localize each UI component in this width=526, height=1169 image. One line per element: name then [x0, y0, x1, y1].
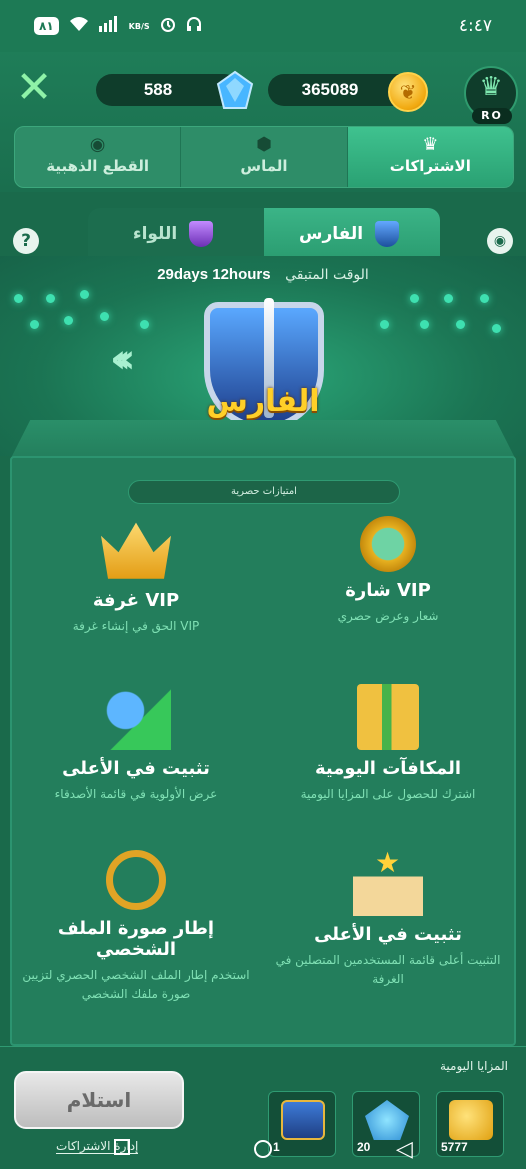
tier-tabs: ? اللواء الفارس ◉	[0, 204, 526, 264]
feature-pin-room: تثبيت في الأعلى التثبيت أعلى قائمة المست…	[268, 846, 508, 989]
tab-subscriptions[interactable]: ♛ الاشتراكات	[347, 127, 513, 187]
feature-title: إطار صورة الملف الشخصي	[57, 918, 215, 960]
feature-title: غرفة VIP	[92, 590, 180, 611]
tab-label: الاشتراكات	[389, 157, 471, 175]
battery-indicator: ٨١	[34, 17, 59, 35]
tier-name: الفارس	[206, 384, 320, 419]
crown-icon	[101, 522, 171, 579]
feature-title: المكافآت اليومية	[314, 758, 462, 779]
crown-icon: ♛	[422, 134, 439, 155]
feature-title: تثبيت في الأعلى	[314, 924, 462, 945]
people-icon	[101, 684, 171, 750]
avatar[interactable]: ♛ RO	[464, 66, 518, 124]
tab-label: القطع الذهبية	[46, 157, 150, 175]
tab-label: الفارس	[299, 224, 364, 244]
feature-desc: اشترك للحصول على المزايا اليومية	[300, 787, 476, 801]
privileges-panel: امتيازات حصرية شارة VIP شعار وعرض حصري غ…	[10, 456, 516, 1046]
tab-general[interactable]: اللواء	[88, 208, 264, 260]
diamond-icon	[216, 70, 254, 114]
back-icon[interactable]: ◁	[396, 1137, 413, 1162]
feature-vip-badge: شارة VIP شعار وعرض حصري	[268, 516, 508, 626]
light-dot	[456, 320, 465, 329]
light-dot	[30, 320, 39, 329]
system-nav-bar: ◁	[0, 1128, 526, 1169]
help-icon[interactable]: ?	[13, 228, 39, 254]
light-dot	[410, 294, 419, 303]
status-icons: ٨١ KB/S	[34, 16, 202, 36]
frame-icon	[106, 850, 166, 910]
light-dot	[14, 294, 23, 303]
top-bar: ✕ 588 365089 ❦ ♛ RO ◉ القطع الذهبية ⬢ ال…	[0, 52, 526, 192]
light-dot	[80, 290, 89, 299]
status-bar: ٨١ KB/S ٤:٤٧	[0, 0, 526, 52]
feature-desc: استخدم إطار الملف الشخصي الحصري لتزيين ص…	[22, 968, 250, 1001]
daily-benefits-label: المزايا اليومية	[440, 1059, 508, 1073]
tab-gold-coins[interactable]: ◉ القطع الذهبية	[15, 127, 182, 187]
tab-knight[interactable]: الفارس	[264, 208, 440, 260]
eye-icon[interactable]: ◉	[487, 228, 513, 254]
previous-tier-arrow-icon[interactable]: ‹‹‹	[110, 336, 136, 382]
feature-desc: شعار وعرض حصري	[337, 609, 439, 623]
currency-tabs: ◉ القطع الذهبية ⬢ الماس ♛ الاشتراكات	[14, 126, 514, 188]
gift-icon	[357, 684, 419, 750]
section-label: امتيازات حصرية	[128, 480, 400, 504]
diamond-icon: ⬢	[256, 134, 272, 155]
headphones-icon	[186, 16, 202, 36]
knight-badge-icon	[375, 221, 399, 247]
wifi-icon	[69, 16, 89, 36]
light-dot	[380, 320, 389, 329]
tab-label: الماس	[240, 157, 288, 175]
panel-header	[10, 420, 516, 460]
medal-icon	[360, 516, 416, 572]
coin-icon: ◉	[89, 134, 106, 155]
clock: ٤:٤٧	[458, 16, 492, 36]
remaining-time-label: الوقت المتبقي	[285, 267, 369, 283]
light-dot	[420, 320, 429, 329]
light-dot	[46, 294, 55, 303]
podium-icon	[353, 846, 423, 916]
feature-vip-room: غرفة VIP الحق في إنشاء غرفة VIP	[16, 516, 256, 636]
recent-apps-icon[interactable]	[114, 1139, 130, 1155]
network-speed: KB/S	[128, 21, 150, 31]
avatar-badge: RO	[472, 108, 512, 124]
feature-title: تثبيت في الأعلى	[62, 758, 210, 779]
light-dot	[140, 320, 149, 329]
light-dot	[100, 312, 109, 321]
coin-icon: ❦	[388, 72, 428, 112]
alarm-icon	[160, 16, 176, 36]
signal-icon	[98, 16, 119, 36]
close-button[interactable]: ✕	[14, 66, 54, 110]
light-dot	[492, 324, 501, 333]
feature-desc: الحق في إنشاء غرفة VIP	[72, 619, 200, 633]
feature-desc: التثبيت أعلى قائمة المستخدمين المتصلين ف…	[275, 953, 501, 986]
home-icon[interactable]	[254, 1140, 272, 1158]
feature-pin-friends: تثبيت في الأعلى عرض الأولوية في قائمة ال…	[16, 684, 256, 804]
light-dot	[444, 294, 453, 303]
general-badge-icon	[189, 221, 214, 247]
tab-label: اللواء	[132, 224, 178, 244]
feature-daily-rewards: المكافآت اليومية اشترك للحصول على المزاي…	[268, 684, 508, 804]
remaining-time-value: 29days 12hours	[157, 266, 271, 283]
remaining-time: 29days 12hours الوقت المتبقي	[0, 266, 526, 283]
crown-icon: ♛	[479, 72, 503, 102]
claim-button[interactable]: استلام	[14, 1071, 184, 1129]
tab-diamonds[interactable]: ⬢ الماس	[181, 127, 348, 187]
feature-desc: عرض الأولوية في قائمة الأصدقاء	[54, 787, 218, 801]
light-dot	[480, 294, 489, 303]
light-dot	[64, 316, 73, 325]
feature-profile-frame: إطار صورة الملف الشخصي استخدم إطار الملف…	[16, 850, 256, 1004]
close-icon: ✕	[15, 62, 53, 113]
feature-title: شارة VIP	[345, 580, 431, 601]
